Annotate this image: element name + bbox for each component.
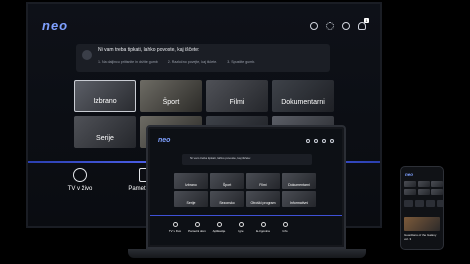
category-tile[interactable] [417, 181, 430, 187]
nav-tv-v-zivo[interactable]: TV v živo [58, 168, 102, 192]
apps-icon [216, 222, 222, 227]
category-label: Informativni [289, 201, 309, 205]
voice-hint-title: Ni vam treba tipkati, lahko povoste, kaj… [98, 47, 200, 53]
nav-item[interactable]: E-trgovina [252, 222, 274, 233]
settings-icon[interactable] [326, 22, 334, 30]
category-label: Filmi [259, 183, 267, 187]
category-label: Serije [186, 201, 196, 205]
category-tile[interactable]: Dokumentarni [282, 173, 316, 189]
laptop-screen: neo Ni vam treba tipkati, lahko povoste,… [150, 129, 342, 245]
broadcast-icon [172, 222, 178, 227]
home-icon [194, 222, 200, 227]
gamepad-icon [238, 222, 244, 227]
voice-search-hint: Ni vam treba tipkati, lahko povoste, kaj… [182, 154, 312, 165]
broadcast-icon [73, 168, 87, 182]
category-tile[interactable]: Otroški program [246, 191, 280, 207]
profile-icon[interactable] [342, 22, 350, 30]
tv-header-icons: 1 [310, 18, 369, 30]
category-label: Izbrano [93, 98, 117, 105]
nav-label: E-trgovina [256, 229, 270, 233]
nav-item[interactable]: Info [274, 222, 296, 233]
search-icon[interactable] [306, 139, 310, 143]
voice-step-1: 1. Na daljincu pritisnite in držite gumb [98, 60, 158, 64]
category-tile[interactable] [431, 181, 443, 187]
nav-label: Aplikacije [212, 229, 226, 233]
category-label: Šport [222, 183, 232, 187]
neo-logo[interactable]: neo [42, 18, 68, 33]
content-thumbnail[interactable] [404, 200, 413, 207]
content-thumbnail[interactable] [415, 200, 424, 207]
nav-label: TV v živo [168, 229, 182, 233]
category-tile[interactable]: Sezonsko [210, 191, 244, 207]
category-label: Izbrano [185, 183, 197, 187]
featured-poster[interactable] [404, 217, 440, 231]
nav-item[interactable]: TV v živo [164, 222, 186, 233]
microphone-icon [82, 50, 92, 60]
category-tile[interactable] [417, 188, 430, 195]
voice-hint-steps: 1. Na daljincu pritisnite in držite gumb… [98, 60, 324, 64]
accent-divider [150, 215, 342, 216]
voice-search-hint: Ni vam treba tipkati, lahko povoste, kaj… [76, 44, 330, 72]
content-thumbnail[interactable] [426, 200, 435, 207]
category-label: Šport [162, 99, 180, 106]
category-tile[interactable] [431, 188, 443, 195]
category-tile[interactable]: Izbrano [174, 173, 208, 189]
category-tile[interactable]: Šport [210, 173, 244, 189]
category-tile-sport[interactable]: Šport [140, 80, 202, 112]
nav-item[interactable]: Pametni dom [186, 222, 208, 233]
category-tile[interactable]: Filmi [246, 173, 280, 189]
laptop-device: neo Ni vam treba tipkati, lahko povoste,… [146, 125, 346, 249]
neo-logo[interactable]: neo [158, 137, 170, 144]
bottom-nav: TV v živo Pametni dom Aplikacije Igre E-… [164, 222, 340, 233]
voice-step-2: 2. Razločno povejte, kaj iščete. [167, 60, 218, 64]
laptop-header-icons [306, 139, 334, 143]
category-label: Otroški program [250, 201, 276, 205]
category-tile-filmi[interactable]: Filmi [206, 80, 268, 112]
profile-icon[interactable] [322, 139, 326, 143]
nav-label: Pametni dom [188, 229, 206, 233]
neo-logo[interactable]: neo [405, 172, 413, 177]
nav-label: Info [282, 229, 288, 233]
nav-label: TV v živo [67, 186, 93, 192]
laptop-base [128, 249, 366, 258]
phone-device: neo Guardians of the Galaxy vol. 3 [400, 166, 444, 250]
notification-icon[interactable]: 1 [358, 18, 369, 30]
category-tile[interactable]: Informativni [282, 191, 316, 207]
notification-badge: 1 [364, 18, 369, 23]
category-label: Sezonsko [219, 201, 235, 205]
content-row [404, 200, 443, 207]
featured-title: Guardians of the Galaxy vol. 3 [404, 233, 437, 241]
search-icon[interactable] [310, 22, 318, 30]
category-tile-izbrano[interactable]: Izbrano [74, 80, 136, 112]
category-tile[interactable] [404, 188, 416, 195]
category-tile-dokumentarni[interactable]: Dokumentarni [272, 80, 334, 112]
info-icon [282, 222, 288, 227]
nav-item[interactable]: Aplikacije [208, 222, 230, 233]
category-label: Filmi [229, 99, 245, 106]
category-tile[interactable] [404, 181, 416, 187]
notification-icon[interactable] [330, 139, 334, 143]
voice-step-3: 3. Spustite gumb. [227, 60, 256, 64]
content-thumbnail[interactable] [437, 200, 443, 207]
settings-icon[interactable] [314, 139, 318, 143]
cart-icon [260, 222, 266, 227]
category-tile-serije[interactable]: Serije [74, 116, 136, 148]
category-grid: Izbrano Šport Filmi Dokumentarni Serije … [174, 173, 316, 207]
category-label: Dokumentarni [281, 99, 325, 106]
category-tile[interactable]: Serije [174, 191, 208, 207]
nav-item[interactable]: Igre [230, 222, 252, 233]
category-grid [404, 181, 443, 195]
category-label: Dokumentarni [288, 183, 310, 187]
category-label: Serije [96, 135, 114, 142]
nav-label: Igre [238, 229, 244, 233]
